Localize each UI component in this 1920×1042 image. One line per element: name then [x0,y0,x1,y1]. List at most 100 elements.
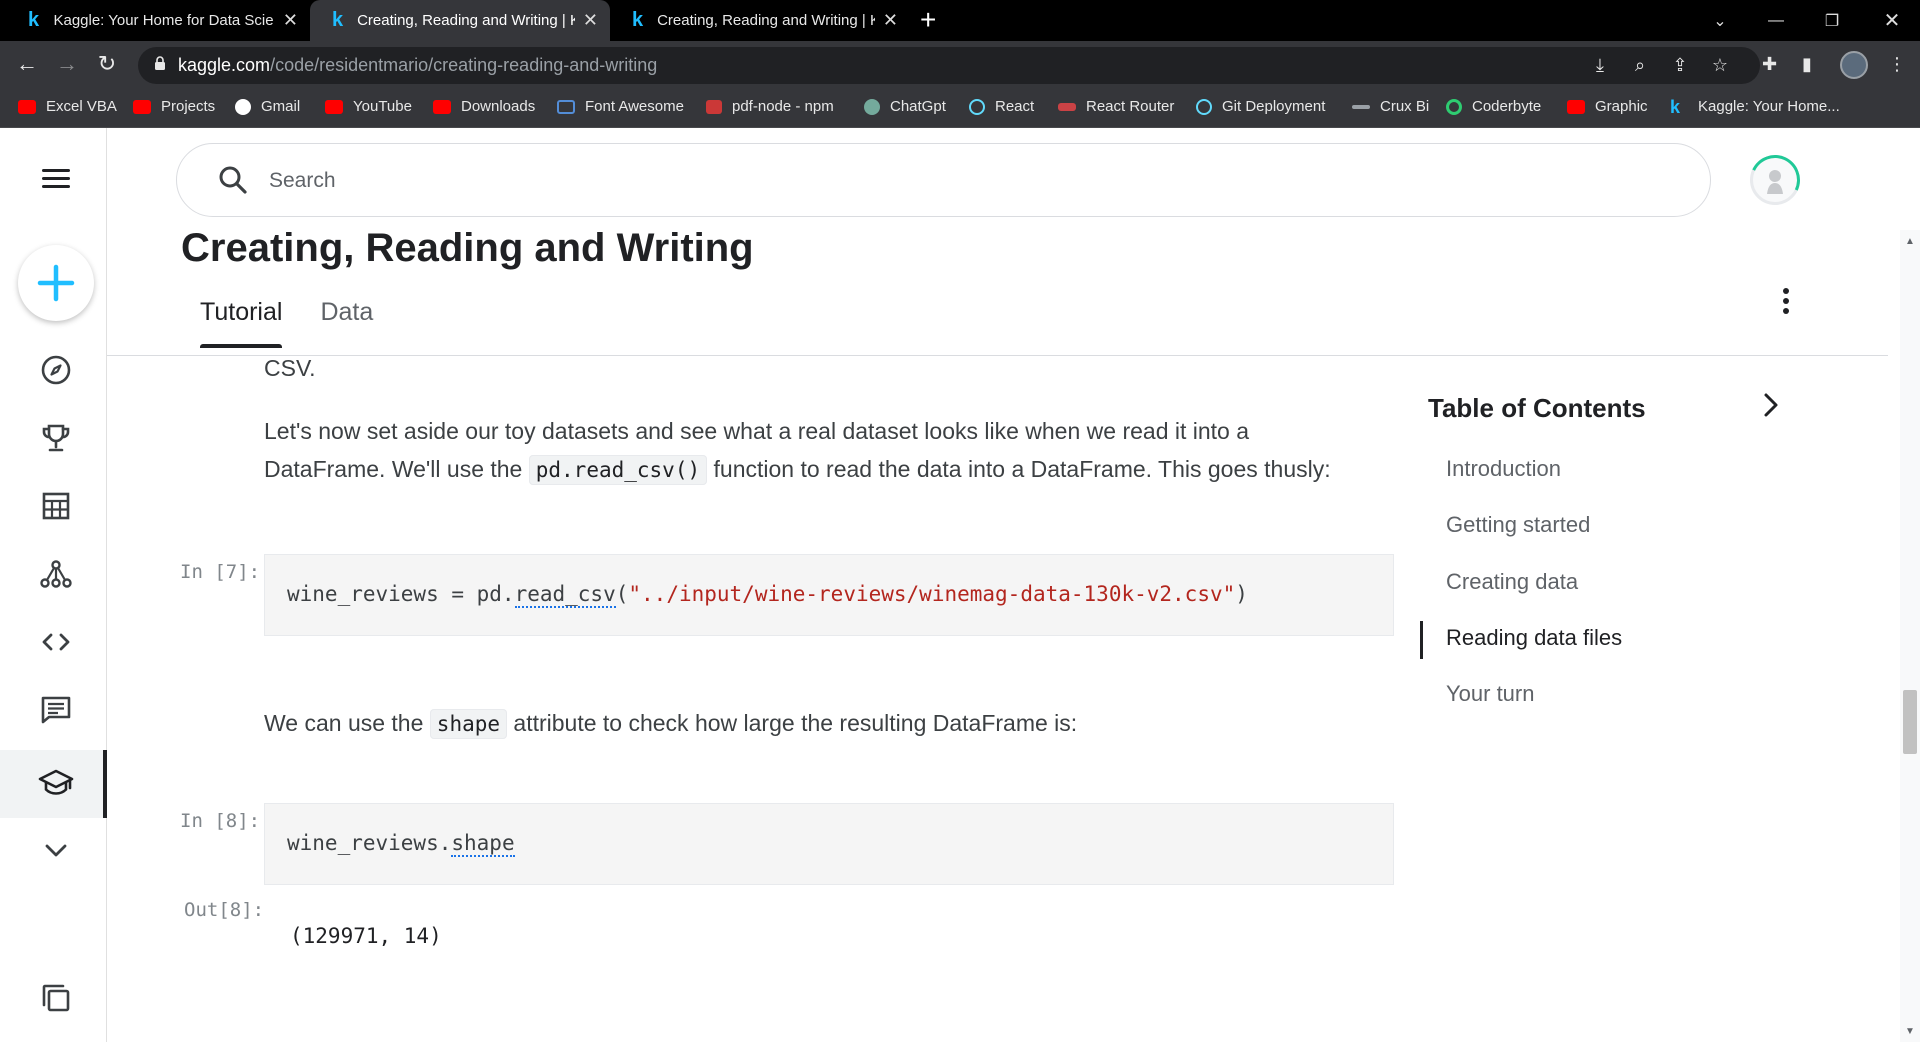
toc-item-your-turn[interactable]: Your turn [1446,681,1534,707]
extensions-puzzle-icon[interactable]: ✚ [1762,54,1777,75]
browser-tab-kaggle-home[interactable]: k Kaggle: Your Home for Data Scie ✕ [6,0,310,41]
toc-item-introduction[interactable]: Introduction [1446,456,1561,482]
chevron-right-icon[interactable] [1758,390,1784,420]
bookmark-label: Downloads [461,98,536,115]
side-panel-icon[interactable]: ▮ [1802,54,1812,75]
bookmark-font-awesome[interactable]: Font Awesome [557,98,684,115]
search-input[interactable] [269,164,1669,198]
code-line: wine_reviews.shape [287,831,515,857]
bookmark-chatgpt[interactable]: ChatGpt [864,98,946,115]
user-avatar[interactable] [1742,147,1808,213]
profile-avatar[interactable] [1840,51,1868,79]
browser-menu-icon[interactable]: ⋮ [1888,54,1906,75]
kaggle-sidebar [0,128,107,1042]
tab-data[interactable]: Data [320,298,373,347]
bookmark-projects[interactable]: Projects [133,98,215,115]
bookmark-kaggle[interactable]: k Kaggle: Your Home... [1670,98,1840,116]
page-title: Creating, Reading and Writing [181,226,754,270]
youtube-icon [433,99,451,114]
bookmark-label: Crux Bi [1380,98,1430,115]
text-span: We can use the [264,710,430,736]
code-cell-read-csv[interactable]: wine_reviews = pd.read_csv("../input/win… [264,554,1394,636]
chevron-down-icon[interactable] [38,832,74,868]
discussion-icon[interactable] [38,692,74,728]
bookmark-react-router[interactable]: React Router [1058,98,1174,115]
kaggle-icon: k [332,9,344,31]
bookmark-label: YouTube [353,98,412,115]
bookmark-excel-vba[interactable]: Excel VBA [18,98,117,115]
install-app-icon[interactable]: ⤓ [1588,55,1612,76]
close-icon[interactable]: ✕ [883,10,898,31]
address-bar[interactable]: kaggle.com/code/residentmario/creating-r… [138,47,1760,84]
crux-icon [1352,104,1370,109]
restore-button[interactable]: ❐ [1804,0,1860,41]
search-icon [219,166,247,194]
bookmark-graphic[interactable]: Graphic [1567,98,1648,115]
menu-hamburger-icon[interactable] [38,160,74,196]
toc-title: Table of Contents [1428,393,1646,423]
code-token: wine_reviews. [287,831,452,855]
new-tab-button[interactable]: + [920,4,936,36]
cell-prompt: In [7]: [180,561,261,583]
code-cell-shape[interactable]: wine_reviews.shape [264,803,1394,885]
toc-item-getting-started[interactable]: Getting started [1446,512,1590,538]
browser-tab-active[interactable]: k Creating, Reading and Writing | K ✕ [310,0,610,41]
window-close-button[interactable]: ✕ [1864,0,1920,41]
browser-tab-third[interactable]: k Creating, Reading and Writing | K ✕ [610,0,910,41]
your-work-icon[interactable] [38,980,74,1016]
lock-icon [155,56,165,70]
scrollbar-thumb[interactable] [1903,690,1917,754]
inline-code: pd.read_csv() [528,455,708,485]
bookmark-label: Excel VBA [46,98,117,115]
back-arrow-icon[interactable]: ← [12,51,42,77]
tab-search-chevron-icon[interactable]: ⌄ [1692,0,1748,41]
bookmark-star-icon[interactable]: ☆ [1708,55,1732,76]
paragraph-shape: We can use the shape attribute to check … [264,704,1077,743]
learn-graduation-cap-icon[interactable] [38,765,74,801]
compass-icon[interactable] [38,352,74,388]
more-options-icon[interactable] [1780,288,1792,318]
notebook-tabs: Tutorial Data [200,298,411,348]
code-token: shape [451,831,515,857]
bookmark-react[interactable]: React [969,98,1034,115]
bookmark-pdf-node[interactable]: pdf-node - npm [706,98,834,115]
code-icon[interactable] [38,624,74,660]
trophy-icon[interactable] [38,420,74,456]
bookmark-gmail[interactable]: Gmail [235,98,300,115]
share-icon[interactable]: ⇪ [1668,55,1692,76]
create-button[interactable] [18,245,94,321]
bookmark-label: React [995,98,1035,115]
site-search-bar[interactable] [176,143,1711,217]
forward-arrow-icon[interactable]: → [52,51,82,77]
coderbyte-icon [1446,98,1462,115]
bookmarks-bar: Excel VBA Projects Gmail YouTube Downloa… [0,90,1920,128]
bookmark-label: React Router [1086,98,1175,115]
toc-item-reading-data-files[interactable]: Reading data files [1446,625,1622,651]
bookmark-downloads[interactable]: Downloads [433,98,535,115]
tab-tutorial[interactable]: Tutorial [200,298,283,348]
tab-title: Creating, Reading and Writing | K [657,12,875,29]
browser-tab-bar: k Kaggle: Your Home for Data Scie ✕ k Cr… [0,0,1920,41]
bookmark-coderbyte[interactable]: Coderbyte [1446,98,1541,115]
bookmark-crux-bi[interactable]: Crux Bi [1352,98,1429,115]
react-icon [1196,98,1212,115]
table-icon[interactable] [38,488,74,524]
url-text: kaggle.com/code/residentmario/creating-r… [178,55,658,75]
close-icon[interactable]: ✕ [583,10,598,31]
bookmark-youtube[interactable]: YouTube [325,98,412,115]
bookmark-git-deployment[interactable]: Git Deployment [1196,98,1325,115]
models-icon[interactable] [38,556,74,592]
google-icon [235,98,251,115]
minimize-button[interactable]: — [1748,0,1804,41]
flag-icon [557,99,575,114]
zoom-icon[interactable]: ⌕ [1628,55,1652,76]
inline-code: shape [429,709,508,739]
bookmark-label: Gmail [261,98,301,115]
toc-item-creating-data[interactable]: Creating data [1446,569,1578,595]
scroll-up-arrow-icon[interactable]: ▲ [1905,236,1915,247]
page-scrollbar[interactable]: ▲ ▼ [1900,230,1920,1042]
reload-icon[interactable]: ↻ [92,51,122,77]
text-fragment: CSV. [264,355,316,381]
close-icon[interactable]: ✕ [283,10,298,31]
scroll-down-arrow-icon[interactable]: ▼ [1905,1026,1915,1037]
